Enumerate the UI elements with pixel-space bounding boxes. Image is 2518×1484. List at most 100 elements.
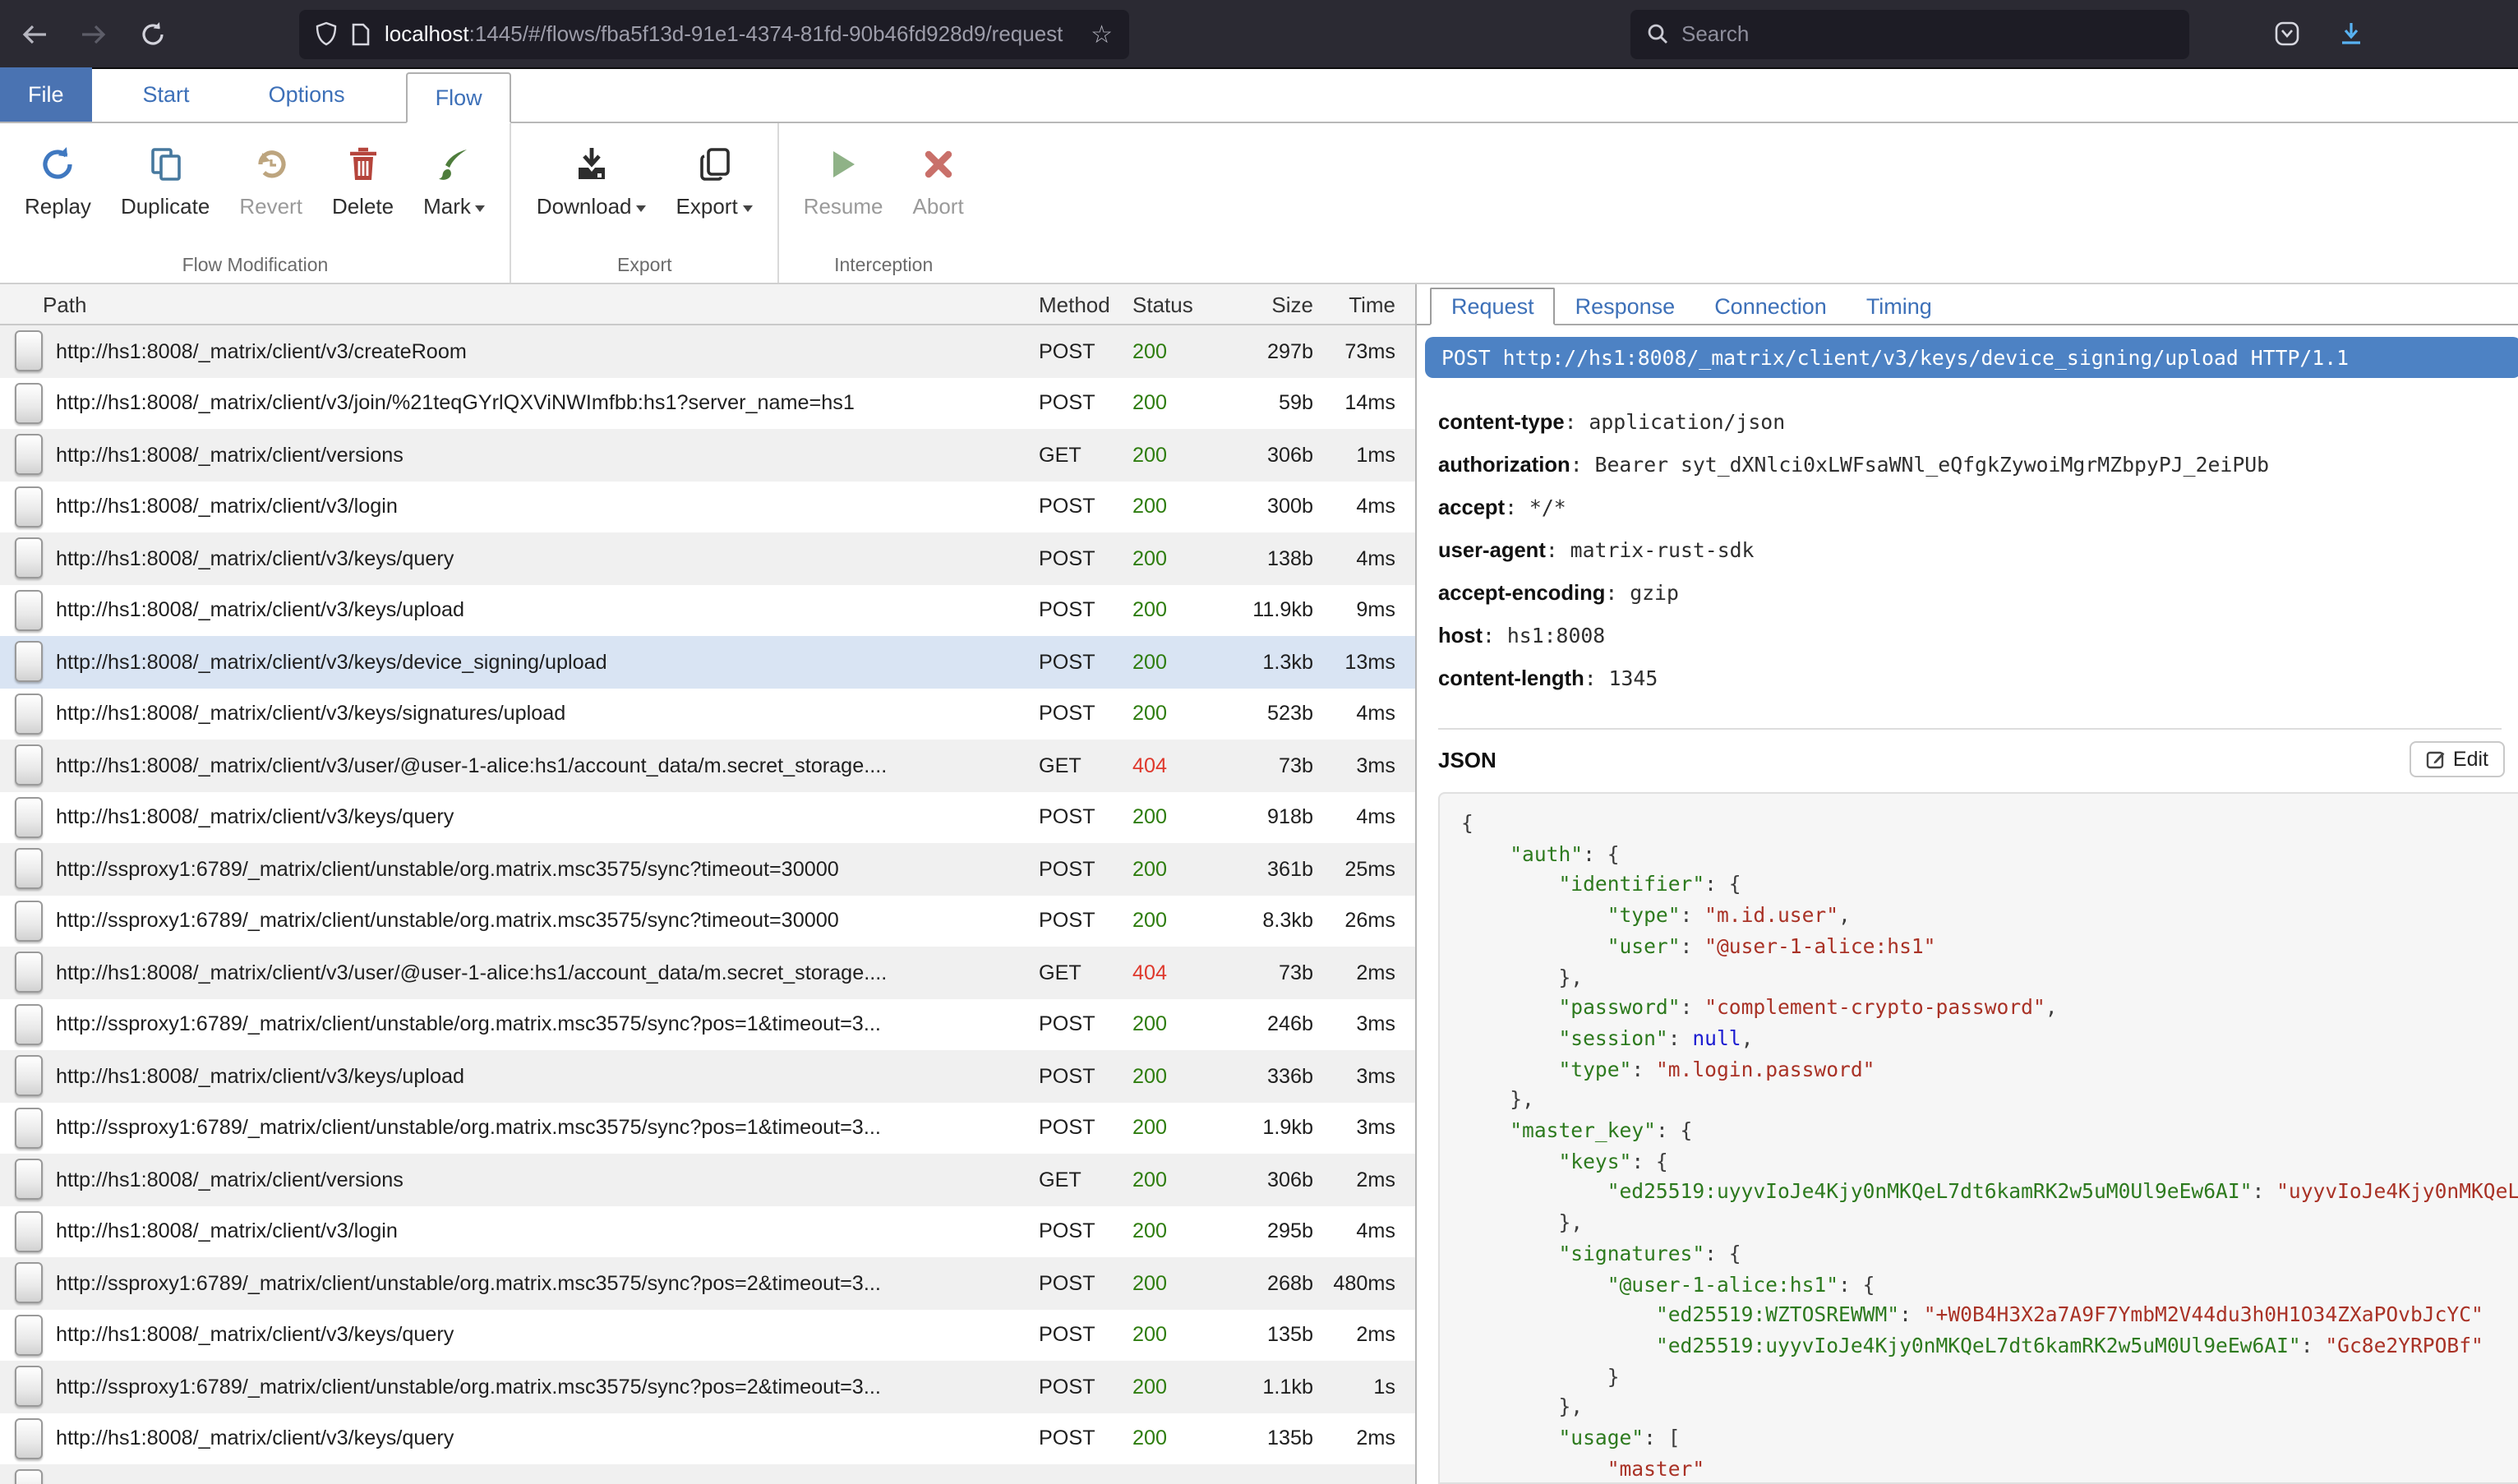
table-row-partial[interactable] — [0, 1464, 1415, 1484]
table-row[interactable]: http://hs1:8008/_matrix/client/v3/user/@… — [0, 947, 1415, 998]
flow-time: 2ms — [1313, 1427, 1415, 1450]
download-button[interactable]: Download — [522, 136, 662, 256]
forward-button[interactable] — [69, 9, 118, 58]
table-row[interactable]: http://hs1:8008/_matrix/client/versionsG… — [0, 1154, 1415, 1205]
flow-time: 3ms — [1313, 1117, 1415, 1140]
edit-button[interactable]: Edit — [2410, 741, 2505, 777]
table-row[interactable]: http://hs1:8008/_matrix/client/v3/keys/q… — [0, 1309, 1415, 1361]
table-row[interactable]: http://hs1:8008/_matrix/client/v3/keys/q… — [0, 532, 1415, 584]
back-button[interactable] — [10, 9, 59, 58]
flow-select-button[interactable] — [14, 849, 42, 890]
flow-select-button[interactable] — [14, 1056, 42, 1097]
flow-select-button[interactable] — [14, 538, 42, 579]
table-row[interactable]: http://hs1:8008/_matrix/client/v3/keys/q… — [0, 791, 1415, 843]
flow-time: 13ms — [1313, 651, 1415, 674]
table-row[interactable]: http://hs1:8008/_matrix/client/v3/loginP… — [0, 481, 1415, 532]
flow-path: http://hs1:8008/_matrix/client/v3/keys/u… — [56, 1065, 1039, 1088]
table-row[interactable]: http://ssproxy1:6789/_matrix/client/unst… — [0, 998, 1415, 1050]
table-row[interactable]: http://hs1:8008/_matrix/client/v3/keys/q… — [0, 1413, 1415, 1464]
flow-select-button[interactable] — [14, 1366, 42, 1408]
flow-status: 200 — [1132, 495, 1215, 518]
request-first-line[interactable]: POST http://hs1:8008/_matrix/client/v3/k… — [1425, 337, 2518, 378]
tab-request[interactable]: Request — [1430, 288, 1556, 325]
replay-button[interactable]: Replay — [10, 136, 106, 256]
flow-time: 14ms — [1313, 392, 1415, 415]
flow-size: 59b — [1215, 392, 1313, 415]
flow-time: 73ms — [1313, 340, 1415, 363]
flow-method: POST — [1039, 858, 1132, 881]
header-name: content-type — [1438, 409, 1565, 434]
column-path[interactable]: Path — [43, 292, 1039, 316]
flow-select-button[interactable] — [14, 952, 42, 993]
pocket-icon[interactable] — [2275, 21, 2299, 46]
table-row[interactable]: http://hs1:8008/_matrix/client/v3/keys/u… — [0, 1050, 1415, 1102]
flow-table-header[interactable]: Path Method Status Size Time — [0, 284, 1415, 325]
menu-start[interactable]: Start — [115, 67, 218, 122]
flow-select-button[interactable] — [14, 435, 42, 476]
table-row[interactable]: http://ssproxy1:6789/_matrix/client/unst… — [0, 895, 1415, 947]
flow-select-button[interactable] — [14, 1159, 42, 1201]
table-row[interactable]: http://ssproxy1:6789/_matrix/client/unst… — [0, 1361, 1415, 1413]
flow-status: 200 — [1132, 651, 1215, 674]
flow-select-button[interactable] — [14, 901, 42, 942]
flow-path: http://hs1:8008/_matrix/client/v3/keys/u… — [56, 599, 1039, 622]
flow-select-button[interactable] — [14, 1004, 42, 1045]
table-row[interactable]: http://ssproxy1:6789/_matrix/client/unst… — [0, 843, 1415, 895]
table-row[interactable]: http://hs1:8008/_matrix/client/v3/keys/u… — [0, 584, 1415, 636]
table-row[interactable]: http://ssproxy1:6789/_matrix/client/unst… — [0, 1257, 1415, 1309]
flow-select-button[interactable] — [14, 642, 42, 683]
flow-path: http://ssproxy1:6789/_matrix/client/unst… — [56, 1117, 1039, 1140]
flow-select-button[interactable] — [14, 1263, 42, 1304]
url-bar[interactable]: localhost:1445/#/flows/fba5f13d-91e1-437… — [299, 9, 1129, 58]
tab-connection[interactable]: Connection — [1695, 289, 1847, 324]
header-line: authorization: Bearer syt_dXNlci0xLWFsaW… — [1438, 452, 2505, 477]
table-row[interactable]: http://hs1:8008/_matrix/client/v3/join/%… — [0, 377, 1415, 429]
table-row[interactable]: http://hs1:8008/_matrix/client/v3/keys/d… — [0, 636, 1415, 688]
flow-select-button[interactable] — [14, 1418, 42, 1459]
menu-file[interactable]: File — [0, 67, 92, 122]
column-method[interactable]: Method — [1039, 292, 1132, 316]
flow-select-button[interactable] — [14, 331, 42, 372]
tab-response[interactable]: Response — [1556, 289, 1695, 324]
flow-select-button[interactable] — [14, 1470, 42, 1484]
tab-timing[interactable]: Timing — [1847, 289, 1952, 324]
flow-select-button[interactable] — [14, 590, 42, 631]
column-status[interactable]: Status — [1132, 292, 1215, 316]
flow-path: http://hs1:8008/_matrix/client/v3/keys/s… — [56, 703, 1039, 726]
resume-button[interactable]: Resume — [789, 136, 898, 256]
header-line: content-type: application/json — [1438, 409, 2505, 434]
flow-detail-panel: RequestResponseConnectionTiming POST htt… — [1417, 284, 2518, 1484]
table-row[interactable]: http://hs1:8008/_matrix/client/v3/loginP… — [0, 1205, 1415, 1257]
table-row[interactable]: http://hs1:8008/_matrix/client/v3/keys/s… — [0, 688, 1415, 740]
json-body[interactable]: { "auth": { "identifier": { "type": "m.i… — [1438, 792, 2518, 1484]
flow-select-button[interactable] — [14, 797, 42, 838]
table-row[interactable]: http://hs1:8008/_matrix/client/v3/user/@… — [0, 740, 1415, 791]
mark-button[interactable]: Mark — [408, 136, 500, 256]
table-row[interactable]: http://hs1:8008/_matrix/client/v3/create… — [0, 325, 1415, 377]
duplicate-button[interactable]: Duplicate — [106, 136, 224, 256]
flow-select-button[interactable] — [14, 1108, 42, 1149]
bookmark-star-icon[interactable]: ☆ — [1091, 19, 1113, 48]
column-size[interactable]: Size — [1215, 292, 1313, 316]
flow-select-button[interactable] — [14, 745, 42, 786]
header-value: : matrix-rust-sdk — [1546, 537, 1755, 562]
abort-button[interactable]: Abort — [898, 136, 979, 256]
revert-button[interactable]: Revert — [224, 136, 317, 256]
browser-toolbar: localhost:1445/#/flows/fba5f13d-91e1-437… — [0, 0, 2518, 69]
search-bar[interactable]: Search — [1630, 9, 2189, 58]
downloads-icon[interactable] — [2339, 21, 2364, 46]
menu-options[interactable]: Options — [241, 67, 373, 122]
table-row[interactable]: http://hs1:8008/_matrix/client/versionsG… — [0, 429, 1415, 481]
menu-flow[interactable]: Flow — [406, 72, 512, 123]
flow-select-button[interactable] — [14, 1211, 42, 1252]
flow-select-button[interactable] — [14, 486, 42, 528]
table-row[interactable]: http://ssproxy1:6789/_matrix/client/unst… — [0, 1102, 1415, 1154]
flow-time: 25ms — [1313, 858, 1415, 881]
reload-button[interactable] — [128, 9, 178, 58]
flow-select-button[interactable] — [14, 694, 42, 735]
export-button[interactable]: Export — [662, 136, 768, 256]
delete-button[interactable]: Delete — [317, 136, 408, 256]
column-time[interactable]: Time — [1313, 292, 1415, 316]
flow-select-button[interactable] — [14, 1315, 42, 1356]
flow-select-button[interactable] — [14, 383, 42, 424]
